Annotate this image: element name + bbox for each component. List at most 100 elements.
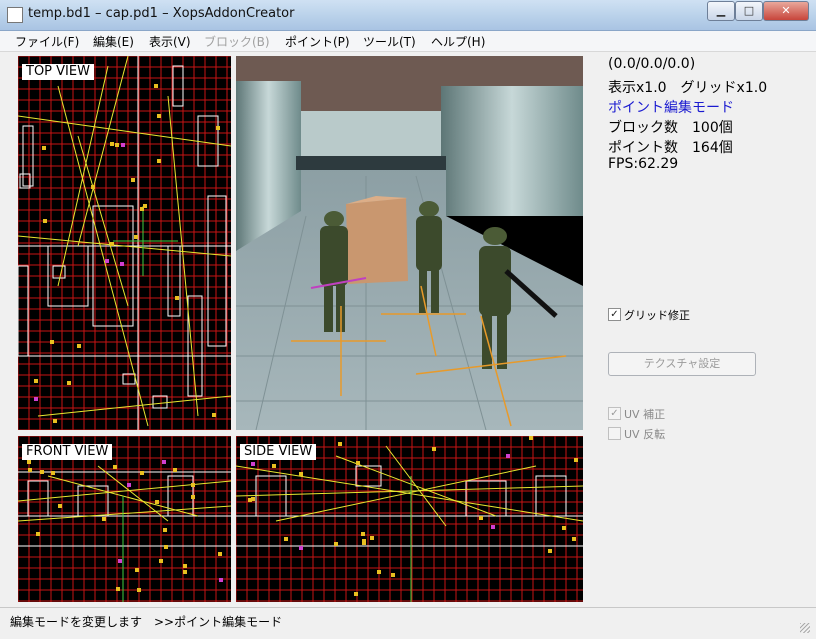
point-marker xyxy=(58,504,62,508)
point-marker xyxy=(159,559,163,563)
point-marker xyxy=(299,472,303,476)
point-marker xyxy=(157,114,161,118)
menu-tool[interactable]: ツール(T) xyxy=(363,33,416,50)
point-marker xyxy=(110,142,114,146)
texture-settings-button[interactable]: テクスチャ設定 xyxy=(608,352,756,376)
status-bar: 編集モードを変更します >>ポイント編集モード xyxy=(0,607,816,639)
point-marker xyxy=(120,262,124,266)
window-title: temp.bd1 – cap.pd1 – XopsAddonCreator xyxy=(28,6,295,21)
side-view-grid xyxy=(236,436,583,602)
point-marker xyxy=(175,296,179,300)
point-marker xyxy=(334,542,338,546)
point-marker xyxy=(27,460,31,464)
uv-flip-label: UV 反転 xyxy=(624,428,666,441)
point-marker xyxy=(42,146,46,150)
point-marker xyxy=(91,185,95,189)
crate-front xyxy=(346,198,408,284)
point-marker xyxy=(173,468,177,472)
scene-canvas xyxy=(236,56,583,430)
minimize-button[interactable]: ▁ xyxy=(707,1,735,21)
point-marker xyxy=(183,570,187,574)
status-message: 編集モードを変更します >>ポイント編集モード xyxy=(10,615,283,629)
front-view-label: FRONT VIEW xyxy=(22,444,113,460)
point-marker xyxy=(562,526,566,530)
point-marker xyxy=(51,471,55,475)
point-marker xyxy=(137,588,141,592)
back-wall xyxy=(296,111,446,156)
point-marker xyxy=(43,219,47,223)
uv-fix-checkbox[interactable]: ✓ xyxy=(608,407,621,420)
point-marker xyxy=(354,592,358,596)
front-view-viewport[interactable]: FRONT VIEW xyxy=(18,436,231,602)
zoom-text: 表示x1.0 グリッドx1.0 xyxy=(608,80,768,96)
menu-bar: ファイル(F) 編集(E) 表示(V) ブロック(B) ポイント(P) ツール(… xyxy=(0,31,816,52)
point-marker xyxy=(391,573,395,577)
point-marker xyxy=(506,454,510,458)
point-marker xyxy=(140,471,144,475)
point-marker xyxy=(118,559,122,563)
point-marker xyxy=(116,587,120,591)
top-view-viewport[interactable]: TOP VIEW xyxy=(18,56,231,430)
menu-view[interactable]: 表示(V) xyxy=(149,33,191,50)
point-marker xyxy=(36,532,40,536)
grid-fix-checkbox[interactable]: ✓ xyxy=(608,308,621,321)
resize-grip[interactable] xyxy=(800,623,810,633)
point-marker xyxy=(572,537,576,541)
point-marker xyxy=(67,381,71,385)
point-marker xyxy=(77,344,81,348)
point-marker xyxy=(361,532,365,536)
point-marker xyxy=(155,500,159,504)
point-marker xyxy=(134,235,138,239)
point-marker xyxy=(127,483,131,487)
side-view-viewport[interactable]: SIDE VIEW xyxy=(236,436,583,602)
point-marker xyxy=(53,419,57,423)
point-marker xyxy=(299,546,303,550)
side-view-label: SIDE VIEW xyxy=(240,444,317,460)
point-marker xyxy=(212,413,216,417)
title-bar[interactable]: temp.bd1 – cap.pd1 – XopsAddonCreator ▁ … xyxy=(0,0,816,31)
point-marker xyxy=(491,525,495,529)
point-marker xyxy=(548,549,552,553)
menu-point[interactable]: ポイント(P) xyxy=(285,33,350,50)
maximize-button[interactable]: □ xyxy=(735,1,763,21)
menu-help[interactable]: ヘルプ(H) xyxy=(431,33,485,50)
point-marker xyxy=(183,564,187,568)
top-view-label: TOP VIEW xyxy=(22,64,94,80)
grid-fix-label[interactable]: グリッド修正 xyxy=(624,307,690,323)
menu-edit[interactable]: 編集(E) xyxy=(93,33,134,50)
uv-fix-label: UV 補正 xyxy=(624,408,666,421)
point-marker xyxy=(113,465,117,469)
point-count-text: ポイント数 164個 xyxy=(608,140,733,156)
close-button[interactable]: ✕ xyxy=(763,1,809,21)
point-marker xyxy=(191,495,195,499)
point-marker xyxy=(163,528,167,532)
menu-block[interactable]: ブロック(B) xyxy=(204,33,270,50)
perspective-viewport[interactable] xyxy=(236,56,583,430)
side-view-canvas xyxy=(236,436,583,602)
point-marker xyxy=(574,458,578,462)
point-marker xyxy=(248,498,252,502)
point-marker xyxy=(135,568,139,572)
menu-file[interactable]: ファイル(F) xyxy=(15,33,79,50)
point-marker xyxy=(154,84,158,88)
coordinates-text: (0.0/0.0/0.0) xyxy=(608,56,696,72)
app-icon xyxy=(7,7,23,23)
point-marker xyxy=(370,536,374,540)
point-marker xyxy=(34,397,38,401)
point-marker xyxy=(251,462,255,466)
point-marker xyxy=(157,159,161,163)
point-marker xyxy=(529,436,533,440)
point-marker xyxy=(338,442,342,446)
point-marker xyxy=(432,447,436,451)
uv-flip-checkbox[interactable] xyxy=(608,427,621,440)
info-panel: (0.0/0.0/0.0) 表示x1.0 グリッドx1.0 ポイント編集モード … xyxy=(594,52,810,605)
fps-text: FPS:62.29 xyxy=(608,156,679,172)
point-marker xyxy=(479,516,483,520)
point-marker xyxy=(50,340,54,344)
wall-baseboard xyxy=(296,156,446,170)
point-marker xyxy=(284,537,288,541)
edit-mode-text: ポイント編集モード xyxy=(608,100,734,116)
point-marker xyxy=(162,460,166,464)
point-marker xyxy=(115,143,119,147)
front-view-canvas xyxy=(18,436,231,602)
